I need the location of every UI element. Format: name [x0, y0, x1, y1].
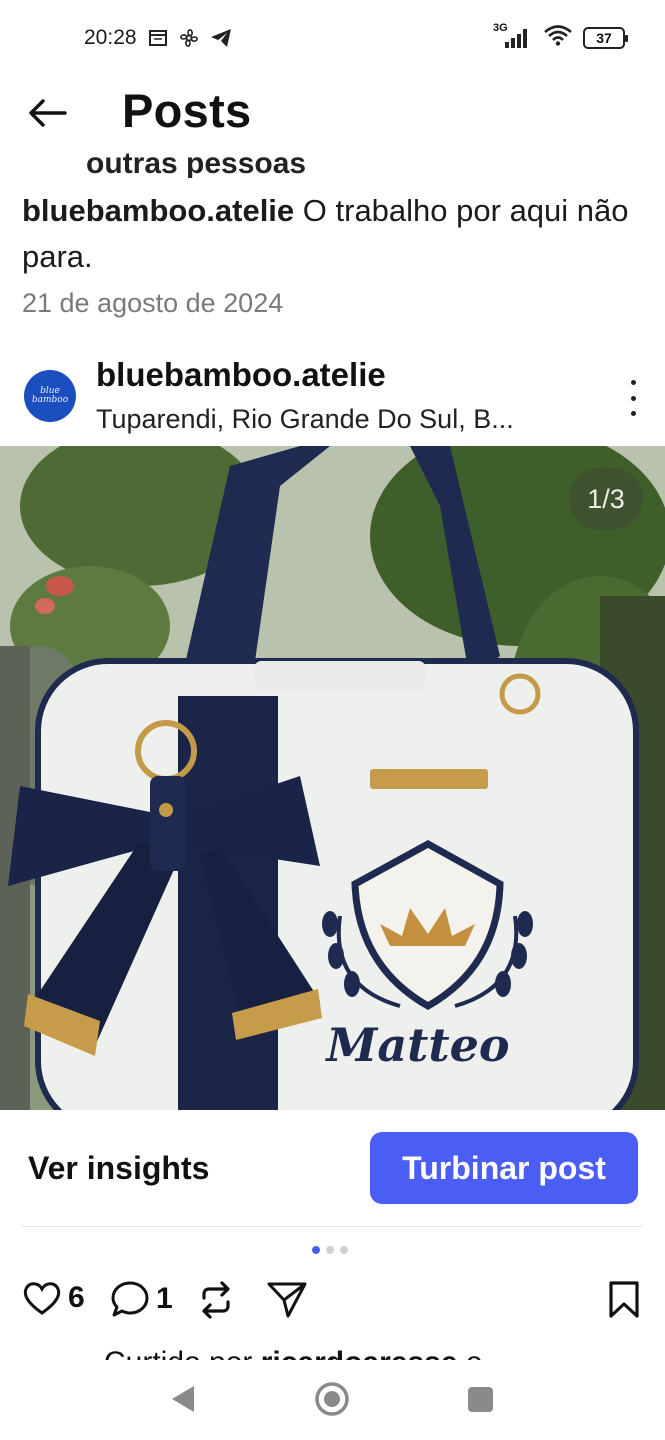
more-options-button[interactable] — [625, 380, 641, 416]
comment-group: 1 — [110, 1280, 173, 1318]
triangle-back-icon — [172, 1386, 194, 1412]
signal-icon: 3G — [493, 22, 533, 50]
more-dot — [630, 395, 636, 401]
boost-post-button[interactable]: Turbinar post — [370, 1132, 638, 1204]
back-button[interactable] — [24, 90, 70, 136]
status-bar: 20:28 3G 37 — [0, 0, 665, 78]
nav-back-button[interactable] — [170, 1384, 196, 1419]
status-left-icons — [148, 27, 232, 54]
carousel-dots — [312, 1246, 348, 1254]
bookmark-icon — [609, 1281, 639, 1318]
repost-group — [196, 1280, 236, 1320]
caption-cut-text: outras pessoas — [86, 147, 307, 178]
post-media[interactable]: Matteo 1/3 — [0, 446, 665, 1110]
comment-count[interactable]: 1 — [156, 1282, 173, 1316]
share-group — [266, 1280, 308, 1320]
status-time: 20:28 — [84, 26, 137, 49]
divider — [22, 1226, 642, 1227]
fan-icon — [178, 27, 200, 54]
arrow-left-icon — [29, 99, 67, 127]
battery-indicator: 37 — [583, 26, 628, 49]
telegram-icon — [210, 28, 232, 53]
like-count[interactable]: 6 — [68, 1281, 85, 1315]
post-date: 21 de agosto de 2024 — [22, 288, 284, 318]
home-circle-icon — [315, 1382, 349, 1416]
carousel-counter: 1/3 — [569, 468, 643, 530]
insights-row: Ver insights Turbinar post — [0, 1120, 665, 1224]
page-header: Posts — [0, 80, 665, 144]
wifi-icon — [543, 24, 573, 51]
heart-icon[interactable] — [22, 1280, 62, 1316]
page-title: Posts — [122, 84, 252, 137]
status-right-icons: 3G 37 — [493, 22, 628, 51]
like-group: 6 — [22, 1280, 85, 1316]
avatar-logo: blue bamboo — [31, 386, 69, 405]
more-dot — [630, 411, 636, 416]
post-header: blue bamboo bluebamboo.atelie Tuparendi,… — [0, 350, 665, 444]
system-nav-bar — [0, 1360, 665, 1440]
embroidered-name: Matteo — [324, 1018, 509, 1072]
calendar-icon — [148, 28, 168, 53]
avatar[interactable]: blue bamboo — [24, 370, 76, 422]
nav-recents-button[interactable] — [468, 1387, 493, 1412]
comment-icon[interactable] — [110, 1280, 150, 1318]
send-icon[interactable] — [266, 1280, 308, 1320]
nav-home-button[interactable] — [314, 1381, 350, 1422]
post-photo: Matteo — [0, 446, 665, 1110]
carousel-dot — [326, 1246, 334, 1254]
carousel-dot-active — [312, 1246, 320, 1254]
post-username[interactable]: bluebamboo.atelie — [96, 356, 386, 394]
view-insights-link[interactable]: Ver insights — [28, 1150, 209, 1187]
post-caption: bluebamboo.atelie O trabalho por aqui nã… — [22, 188, 654, 280]
caption-handle[interactable]: bluebamboo.atelie — [22, 193, 294, 228]
engagement-row: 6 1 — [0, 1274, 665, 1330]
repost-icon[interactable] — [196, 1280, 236, 1320]
more-dot — [630, 380, 636, 385]
post-location[interactable]: Tuparendi, Rio Grande Do Sul, B... — [96, 404, 514, 435]
carousel-dot — [340, 1246, 348, 1254]
save-button[interactable] — [607, 1280, 641, 1325]
